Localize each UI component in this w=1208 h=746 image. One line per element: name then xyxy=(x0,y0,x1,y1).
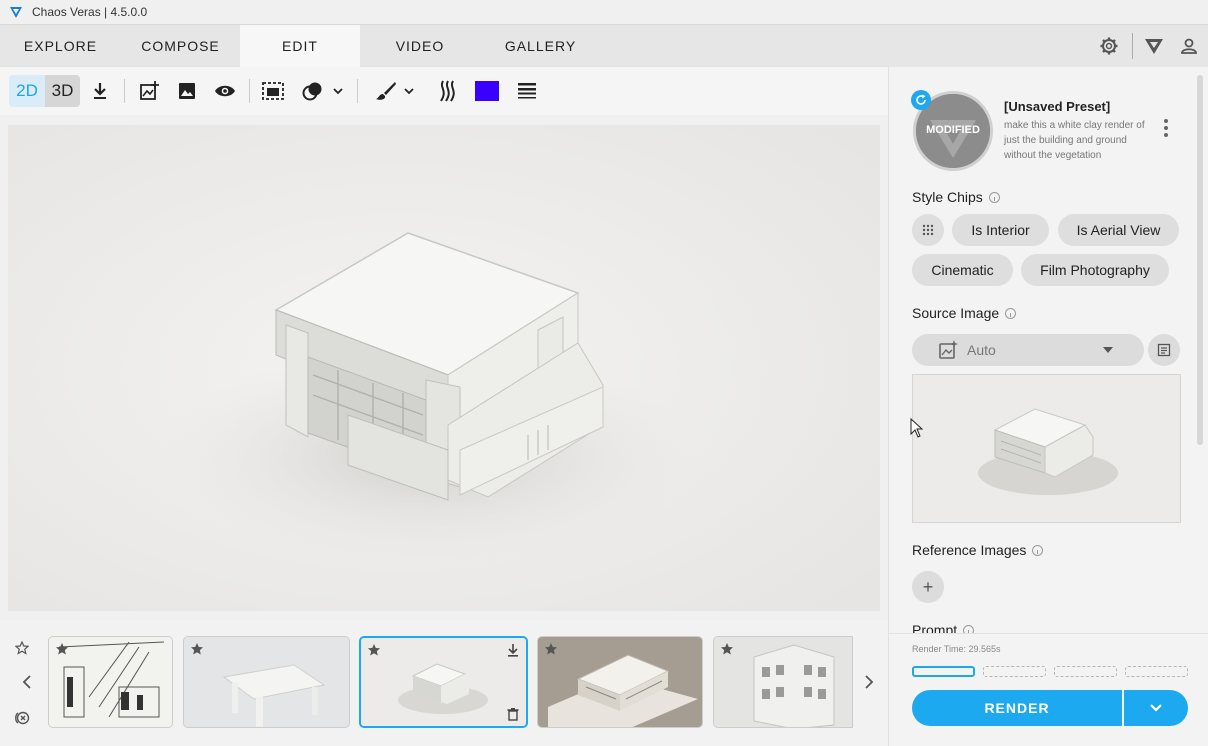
gear-icon[interactable] xyxy=(1097,34,1121,58)
thumbnail-facade[interactable] xyxy=(713,636,853,728)
blend-dropdown[interactable] xyxy=(300,75,346,107)
flame-icon[interactable] xyxy=(435,75,459,107)
eye-icon[interactable] xyxy=(212,75,238,107)
color-swatch[interactable] xyxy=(474,75,500,107)
tab-explore[interactable]: EXPLORE xyxy=(0,25,121,67)
style-chips-label: Style Chips xyxy=(912,189,983,205)
preset-name: [Unsaved Preset] xyxy=(1004,99,1111,114)
info-icon[interactable] xyxy=(1005,307,1017,319)
chevron-down-icon xyxy=(404,88,414,95)
progress-slot-1 xyxy=(912,666,975,677)
settings-panel: MODIFIED [Unsaved Preset] make this a wh… xyxy=(888,67,1208,746)
progress-slot-3 xyxy=(1054,666,1117,677)
color-swatch-fill xyxy=(475,81,499,101)
star-icon[interactable] xyxy=(55,642,69,656)
window-title: Chaos Veras | 4.5.0.0 xyxy=(32,5,148,19)
modified-badge: MODIFIED xyxy=(926,124,980,136)
chip-cinematic[interactable]: Cinematic xyxy=(912,254,1013,286)
refresh-icon[interactable] xyxy=(911,90,931,110)
dropdown-arrow-icon xyxy=(1103,347,1113,353)
crop-select-icon[interactable] xyxy=(261,75,285,107)
nav-divider xyxy=(1132,33,1133,59)
source-image-select[interactable]: Auto xyxy=(912,334,1144,366)
chip-film-photography[interactable]: Film Photography xyxy=(1021,254,1169,286)
brush-icon xyxy=(376,82,396,100)
image-icon[interactable] xyxy=(175,75,199,107)
thumbnail-table[interactable] xyxy=(183,636,350,728)
source-image-preview[interactable] xyxy=(912,374,1181,523)
toolbar-divider xyxy=(357,79,358,103)
preset-description: make this a white clay render of just th… xyxy=(1004,120,1145,161)
mode-3d-button[interactable]: 3D xyxy=(45,75,80,107)
next-arrow-icon[interactable] xyxy=(857,670,881,694)
rendered-building-image xyxy=(8,125,880,611)
info-icon[interactable] xyxy=(1032,544,1044,556)
render-button[interactable]: RENDER xyxy=(912,690,1122,726)
document-icon[interactable] xyxy=(1148,334,1180,366)
lines-icon[interactable] xyxy=(515,75,539,107)
main-nav: EXPLORE COMPOSE EDIT VIDEO GALLERY xyxy=(0,25,1208,67)
source-image-value: Auto xyxy=(967,342,996,358)
magic-image-icon xyxy=(939,340,958,359)
info-icon[interactable] xyxy=(988,191,1000,203)
add-image-icon[interactable] xyxy=(137,75,161,107)
edit-toolbar: 2D 3D xyxy=(0,67,888,115)
render-footer: Render Time: 29.565s RENDER xyxy=(889,633,1208,746)
thumbnail-sketch[interactable] xyxy=(48,636,173,728)
filmstrip xyxy=(0,620,888,746)
hide-icon[interactable] xyxy=(10,706,34,730)
chip-is-aerial-view[interactable]: Is Aerial View xyxy=(1058,214,1179,246)
brush-dropdown[interactable] xyxy=(372,75,418,107)
veras-logo-icon xyxy=(10,7,22,18)
toolbar-divider xyxy=(124,79,125,103)
user-icon[interactable] xyxy=(1177,34,1201,58)
mouse-cursor-icon xyxy=(910,418,924,438)
progress-slot-4 xyxy=(1125,666,1188,677)
download-icon[interactable] xyxy=(506,643,520,657)
render-time: Render Time: 29.565s xyxy=(912,644,1001,654)
add-reference-button[interactable]: + xyxy=(912,571,944,603)
star-icon[interactable] xyxy=(367,643,381,657)
star-icon[interactable] xyxy=(190,642,204,656)
star-icon[interactable] xyxy=(544,642,558,656)
thumbnail-clay-house[interactable] xyxy=(359,636,528,728)
source-image-label: Source Image xyxy=(912,305,1000,321)
blend-icon xyxy=(302,82,322,101)
render-options-button[interactable] xyxy=(1124,690,1188,726)
prev-arrow-icon[interactable] xyxy=(15,670,39,694)
chevron-down-icon xyxy=(1150,704,1162,712)
tab-video[interactable]: VIDEO xyxy=(360,25,480,67)
panel-scrollbar[interactable] xyxy=(1197,75,1203,445)
star-filter-icon[interactable] xyxy=(10,636,34,660)
star-icon[interactable] xyxy=(720,642,734,656)
more-options-icon[interactable] xyxy=(1163,119,1169,137)
trash-icon[interactable] xyxy=(506,707,520,721)
chip-is-interior[interactable]: Is Interior xyxy=(952,214,1049,246)
toolbar-divider xyxy=(249,79,250,103)
veras-logo-icon[interactable] xyxy=(1142,34,1166,58)
reference-images-heading: Reference Images xyxy=(912,542,1044,558)
chevron-down-icon xyxy=(333,88,343,95)
mode-2d-button[interactable]: 2D xyxy=(9,75,45,107)
style-chips-heading: Style Chips xyxy=(912,189,1000,205)
tab-compose[interactable]: COMPOSE xyxy=(121,25,240,67)
tab-edit[interactable]: EDIT xyxy=(240,25,360,67)
tab-gallery[interactable]: GALLERY xyxy=(480,25,601,67)
title-bar: Chaos Veras | 4.5.0.0 xyxy=(0,0,1208,25)
download-icon[interactable] xyxy=(88,75,112,107)
thumbnail-terraced[interactable] xyxy=(537,636,703,728)
reference-images-label: Reference Images xyxy=(912,542,1027,558)
render-canvas[interactable] xyxy=(8,125,880,611)
source-image-heading: Source Image xyxy=(912,305,1017,321)
grid-icon[interactable] xyxy=(912,214,944,246)
progress-slot-2 xyxy=(983,666,1046,677)
